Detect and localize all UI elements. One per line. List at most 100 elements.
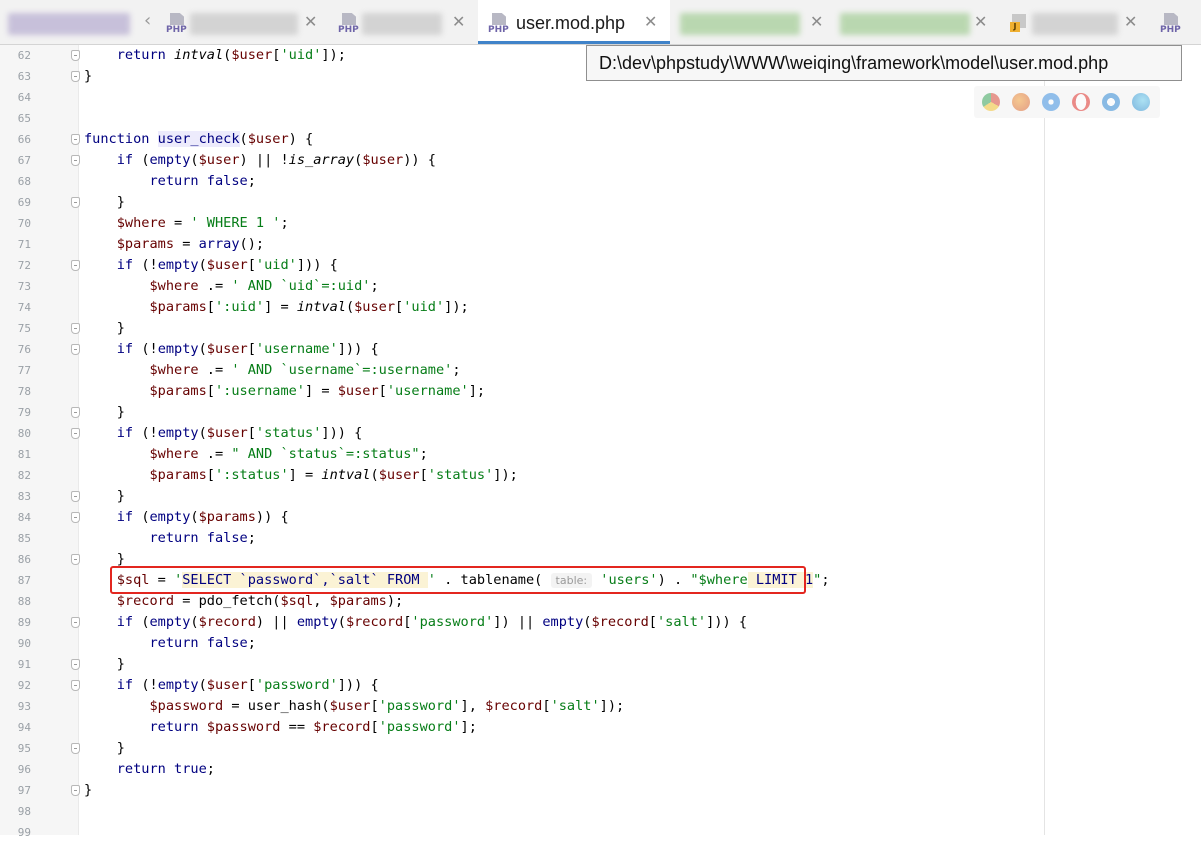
code-token: return true: [116, 761, 207, 777]
blurred-tab-label: [190, 13, 298, 35]
fold-marker-icon[interactable]: [71, 260, 80, 271]
close-tab-icon[interactable]: ✕: [974, 11, 987, 33]
code-line[interactable]: 80 if (!empty($user['status'])) {: [0, 423, 1201, 444]
line-number: 81: [17, 448, 31, 461]
code-line[interactable]: 88 $record = pdo_fetch($sql, $params);: [0, 591, 1201, 612]
tab-blurred-6[interactable]: J ✕: [1002, 0, 1148, 44]
code-token: ]) ||: [493, 614, 543, 630]
tab-blurred-2[interactable]: PHP ✕: [160, 0, 330, 44]
code-token: (!: [141, 341, 158, 357]
code-line[interactable]: 66 function user_check($user) {: [0, 129, 1201, 150]
fold-marker-icon[interactable]: [71, 344, 80, 355]
code-line[interactable]: 94 return $password == $record['password…: [0, 717, 1201, 738]
ie-icon[interactable]: [1102, 93, 1120, 111]
code-token: )) {: [403, 152, 436, 168]
tab-php-overflow[interactable]: PHP: [1150, 0, 1201, 44]
code-line[interactable]: 71 $params = array();: [0, 234, 1201, 255]
fold-marker-icon[interactable]: [71, 323, 80, 334]
tab-blurred-5[interactable]: ✕: [832, 0, 1000, 44]
fold-marker-icon[interactable]: [71, 785, 80, 796]
code-line[interactable]: 73 $where .= ' AND `uid`=:uid';: [0, 276, 1201, 297]
fold-marker-icon[interactable]: [71, 743, 80, 754]
tab-blurred-1[interactable]: ‹: [0, 0, 160, 44]
edge-icon[interactable]: [1132, 93, 1150, 111]
fold-marker-icon[interactable]: [71, 134, 80, 145]
js-file-icon: J: [1010, 14, 1028, 32]
code-line[interactable]: 84 if (empty($params)) {: [0, 507, 1201, 528]
tab-user-mod-php[interactable]: PHP user.mod.php ✕: [478, 0, 670, 44]
code-line[interactable]: 72 if (!empty($user['uid'])) {: [0, 255, 1201, 276]
close-tab-icon[interactable]: ✕: [644, 11, 657, 33]
code-line[interactable]: 99: [0, 822, 1201, 843]
code-token: intval: [321, 467, 371, 483]
chrome-icon[interactable]: [982, 93, 1000, 111]
fold-marker-icon[interactable]: [71, 71, 80, 82]
close-tab-icon[interactable]: ✕: [452, 11, 465, 33]
fold-marker-icon[interactable]: [71, 407, 80, 418]
code-token: ':status': [214, 467, 289, 483]
code-line[interactable]: 97}: [0, 780, 1201, 801]
code-token: )) {: [255, 509, 289, 525]
code-token: (: [239, 131, 248, 147]
code-line[interactable]: 74 $params[':uid'] = intval($user['uid']…: [0, 297, 1201, 318]
code-token: (!: [141, 425, 158, 441]
fold-marker-icon[interactable]: [71, 617, 80, 628]
safari-icon[interactable]: [1042, 93, 1060, 111]
firefox-icon[interactable]: [1012, 93, 1030, 111]
code-line[interactable]: 76 if (!empty($user['username'])) {: [0, 339, 1201, 360]
code-line[interactable]: 93 $password = user_hash($user['password…: [0, 696, 1201, 717]
code-text: $password = user_hash($user['password'],…: [84, 696, 624, 717]
code-line[interactable]: 91 }: [0, 654, 1201, 675]
fold-marker-icon[interactable]: [71, 512, 80, 523]
code-line[interactable]: 83 }: [0, 486, 1201, 507]
fold-marker-icon[interactable]: [71, 680, 80, 691]
code-line[interactable]: 98: [0, 801, 1201, 822]
code-token: (: [141, 509, 150, 525]
code-token: [: [206, 299, 215, 315]
line-number: 64: [17, 91, 31, 104]
fold-marker-icon[interactable]: [71, 428, 80, 439]
code-line[interactable]: 77 $where .= ' AND `username`=:username'…: [0, 360, 1201, 381]
fold-marker-icon[interactable]: [71, 50, 80, 61]
code-token: if: [116, 677, 142, 693]
code-text: return intval($user['uid']);: [84, 45, 346, 66]
line-number: 96: [17, 763, 31, 776]
code-token: ;: [370, 278, 379, 294]
code-line[interactable]: 85 return false;: [0, 528, 1201, 549]
code-line[interactable]: 89 if (empty($record) || empty($record['…: [0, 612, 1201, 633]
fold-marker-icon[interactable]: [71, 155, 80, 166]
code-line[interactable]: 75 }: [0, 318, 1201, 339]
code-line[interactable]: 81 $where .= " AND `status`=:status";: [0, 444, 1201, 465]
line-number: 88: [17, 595, 31, 608]
code-line[interactable]: 92 if (!empty($user['password'])) {: [0, 675, 1201, 696]
close-tab-icon[interactable]: ✕: [304, 11, 317, 33]
code-token: $user: [206, 257, 248, 273]
code-line[interactable]: 82 $params[':status'] = intval($user['st…: [0, 465, 1201, 486]
opera-icon[interactable]: [1072, 93, 1090, 111]
code-line[interactable]: 68 return false;: [0, 171, 1201, 192]
fold-marker-icon[interactable]: [71, 491, 80, 502]
line-number: 65: [17, 112, 31, 125]
code-line[interactable]: 96 return true;: [0, 759, 1201, 780]
tab-blurred-4[interactable]: ✕: [672, 0, 832, 44]
fold-marker-icon[interactable]: [71, 197, 80, 208]
close-tab-icon[interactable]: ✕: [810, 11, 823, 33]
code-line[interactable]: 69 }: [0, 192, 1201, 213]
scroll-left-icon[interactable]: ‹: [144, 10, 151, 32]
code-line[interactable]: 79 }: [0, 402, 1201, 423]
fold-marker-icon[interactable]: [71, 554, 80, 565]
code-line[interactable]: 90 return false;: [0, 633, 1201, 654]
code-line[interactable]: 70 $where = ' WHERE 1 ';: [0, 213, 1201, 234]
code-token: 'uid': [403, 299, 445, 315]
code-token: is_array: [288, 152, 355, 168]
fold-marker-icon[interactable]: [71, 659, 80, 670]
code-line[interactable]: 67 if (empty($user) || !is_array($user))…: [0, 150, 1201, 171]
code-line[interactable]: 78 $params[':username'] = $user['usernam…: [0, 381, 1201, 402]
close-tab-icon[interactable]: ✕: [1124, 11, 1137, 33]
php-file-icon: PHP: [338, 13, 360, 35]
tab-blurred-3[interactable]: PHP ✕: [330, 0, 476, 44]
code-line[interactable]: 95 }: [0, 738, 1201, 759]
